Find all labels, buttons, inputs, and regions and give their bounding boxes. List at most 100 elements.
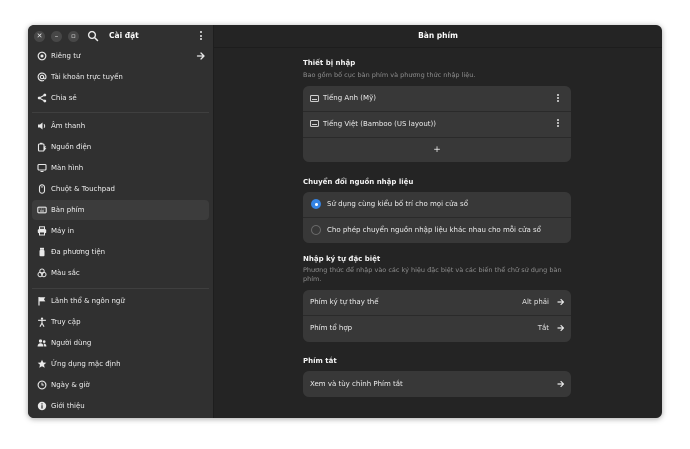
radio-button-selected[interactable] (311, 199, 321, 209)
input-devices-title: Thiết bị nhập (303, 59, 356, 67)
plus-icon: + (433, 145, 441, 155)
printer-icon (37, 226, 47, 236)
special-chars-description: phím. (303, 275, 322, 283)
view-shortcuts-row[interactable]: Xem và tùy chỉnh Phím tắt (303, 371, 571, 397)
sidebar-item-label: Lãnh thổ & ngôn ngữ (51, 297, 125, 305)
sidebar-item-printers[interactable]: Máy in (32, 221, 209, 241)
sidebar-item-label: Truy cập (51, 318, 81, 326)
sidebar-item-removable-media[interactable]: Đa phương tiện (32, 242, 209, 262)
sidebar-item-keyboard[interactable]: Bàn phím (32, 200, 209, 220)
sidebar-item-label: Người dùng (51, 339, 92, 347)
users-icon (37, 339, 47, 347)
compose-key-value: Tắt (537, 324, 549, 332)
page-title: Bàn phím (418, 31, 458, 40)
display-icon (37, 163, 47, 172)
settings-window: ✕ – ▫ Cài đặt Riêng tư Tài khoản trực tu… (28, 25, 662, 418)
view-shortcuts-label: Xem và tùy chỉnh Phím tắt (310, 380, 403, 388)
sidebar-item-label: Ngày & giờ (51, 381, 90, 389)
shortcuts-list: Xem và tùy chỉnh Phím tắt (303, 371, 571, 397)
keyboard-icon (310, 95, 319, 102)
sidebar-item-default-apps[interactable]: Ứng dụng mặc định (32, 354, 209, 374)
special-chars-list: Phím ký tự thay thế Alt phải Phím tổ hợp… (303, 290, 571, 342)
sidebar-item-color[interactable]: Màu sắc (32, 263, 209, 283)
input-source-row[interactable]: Tiếng Anh (Mỹ) (303, 86, 571, 111)
sidebar-title: Cài đặt (109, 31, 139, 40)
sidebar-item-label: Nguồn điện (51, 143, 92, 151)
speaker-icon (38, 122, 46, 130)
sidebar-item-about[interactable]: Giới thiệu (32, 396, 209, 416)
switch-option-label: Cho phép chuyển nguồn nhập liệu khác nha… (327, 226, 541, 234)
input-source-row[interactable]: Tiếng Việt (Bamboo (US layout)) (303, 112, 571, 137)
sidebar-item-online-accounts[interactable]: Tài khoản trực tuyến (32, 67, 209, 87)
color-icon (37, 268, 47, 278)
sidebar-item-sound[interactable]: Âm thanh (32, 116, 209, 136)
sidebar-item-sharing[interactable]: Chia sẻ (32, 88, 209, 108)
alternate-chars-key-value: Alt phải (522, 298, 549, 306)
sidebar-item-label: Ứng dụng mặc định (51, 360, 121, 368)
keyboard-panel: Bàn phím Thiết bị nhập Bao gồm bố cục bà… (214, 25, 662, 418)
sidebar-separator (32, 288, 209, 289)
at-sign-icon (37, 72, 47, 82)
special-chars-description: Phương thức để nhập vào các ký hiệu đặc … (303, 266, 562, 274)
sidebar-item-accessibility[interactable]: Truy cập (32, 312, 209, 332)
more-options-icon[interactable] (556, 119, 559, 129)
media-icon (39, 247, 45, 257)
input-source-label: Tiếng Anh (Mỹ) (323, 94, 376, 102)
close-icon[interactable]: ✕ (34, 31, 45, 42)
star-icon (37, 359, 47, 368)
alternate-chars-key-label: Phím ký tự thay thế (310, 298, 379, 306)
power-icon (37, 142, 47, 152)
info-icon (37, 401, 47, 411)
minimize-icon[interactable]: – (51, 31, 62, 42)
radio-button[interactable] (311, 225, 321, 235)
sidebar-item-label: Bàn phím (51, 206, 85, 214)
flag-icon (38, 297, 46, 306)
sidebar-item-label: Giới thiệu (51, 402, 85, 410)
sidebar: ✕ – ▫ Cài đặt Riêng tư Tài khoản trực tu… (28, 25, 213, 418)
sidebar-item-label: Màn hình (51, 164, 84, 172)
switch-option-same-layout[interactable]: Sử dụng cùng kiểu bố trí cho mọi cửa sổ (303, 192, 571, 217)
shortcuts-title: Phím tắt (303, 357, 337, 365)
clock-icon (37, 380, 47, 390)
sidebar-item-region-language[interactable]: Lãnh thổ & ngôn ngữ (32, 291, 209, 311)
compose-key-label: Phím tổ hợp (310, 324, 353, 332)
sidebar-header: ✕ – ▫ Cài đặt (28, 25, 213, 48)
maximize-icon[interactable]: ▫ (68, 31, 79, 42)
switch-option-per-window[interactable]: Cho phép chuyển nguồn nhập liệu khác nha… (303, 218, 571, 243)
sidebar-item-mouse-touchpad[interactable]: Chuột & Touchpad (32, 179, 209, 199)
add-input-source-button[interactable]: + (303, 138, 571, 162)
arrow-right-icon (557, 324, 565, 332)
accessibility-icon (37, 317, 47, 327)
sidebar-item-label: Chuột & Touchpad (51, 185, 115, 193)
arrow-right-icon (196, 52, 205, 60)
sidebar-item-label: Âm thanh (51, 122, 86, 130)
sidebar-item-label: Riêng tư (51, 52, 81, 60)
sidebar-item-label: Máy in (51, 227, 75, 235)
share-icon (37, 93, 47, 103)
switching-title: Chuyển đổi nguồn nhập liệu (303, 178, 414, 186)
compose-key-row[interactable]: Phím tổ hợp Tắt (303, 316, 571, 342)
sidebar-item-date-time[interactable]: Ngày & giờ (32, 375, 209, 395)
sidebar-item-label: Tài khoản trực tuyến (51, 73, 123, 81)
sidebar-item-privacy[interactable]: Riêng tư (32, 46, 209, 66)
alternate-chars-key-row[interactable]: Phím ký tự thay thế Alt phải (303, 290, 571, 315)
switch-option-label: Sử dụng cùng kiểu bố trí cho mọi cửa sổ (327, 200, 468, 208)
search-icon[interactable] (87, 30, 99, 42)
menu-icon[interactable] (198, 30, 204, 42)
sidebar-item-label: Chia sẻ (51, 94, 77, 102)
sidebar-separator (32, 112, 209, 113)
sidebar-item-displays[interactable]: Màn hình (32, 158, 209, 178)
more-options-icon[interactable] (556, 94, 559, 104)
sidebar-item-users[interactable]: Người dùng (32, 333, 209, 353)
switching-options: Sử dụng cùng kiểu bố trí cho mọi cửa sổ … (303, 192, 571, 243)
keyboard-icon (310, 120, 319, 127)
input-source-label: Tiếng Việt (Bamboo (US layout)) (323, 120, 436, 128)
sidebar-item-power[interactable]: Nguồn điện (32, 137, 209, 157)
sidebar-item-label: Màu sắc (51, 269, 80, 277)
header-divider (214, 47, 662, 48)
keyboard-icon (37, 206, 47, 214)
mouse-icon (38, 184, 46, 194)
arrow-right-icon (557, 298, 565, 306)
input-devices-description: Bao gồm bố cục bàn phím và phương thức n… (303, 71, 476, 79)
input-sources-list: Tiếng Anh (Mỹ) Tiếng Việt (Bamboo (US la… (303, 86, 571, 162)
